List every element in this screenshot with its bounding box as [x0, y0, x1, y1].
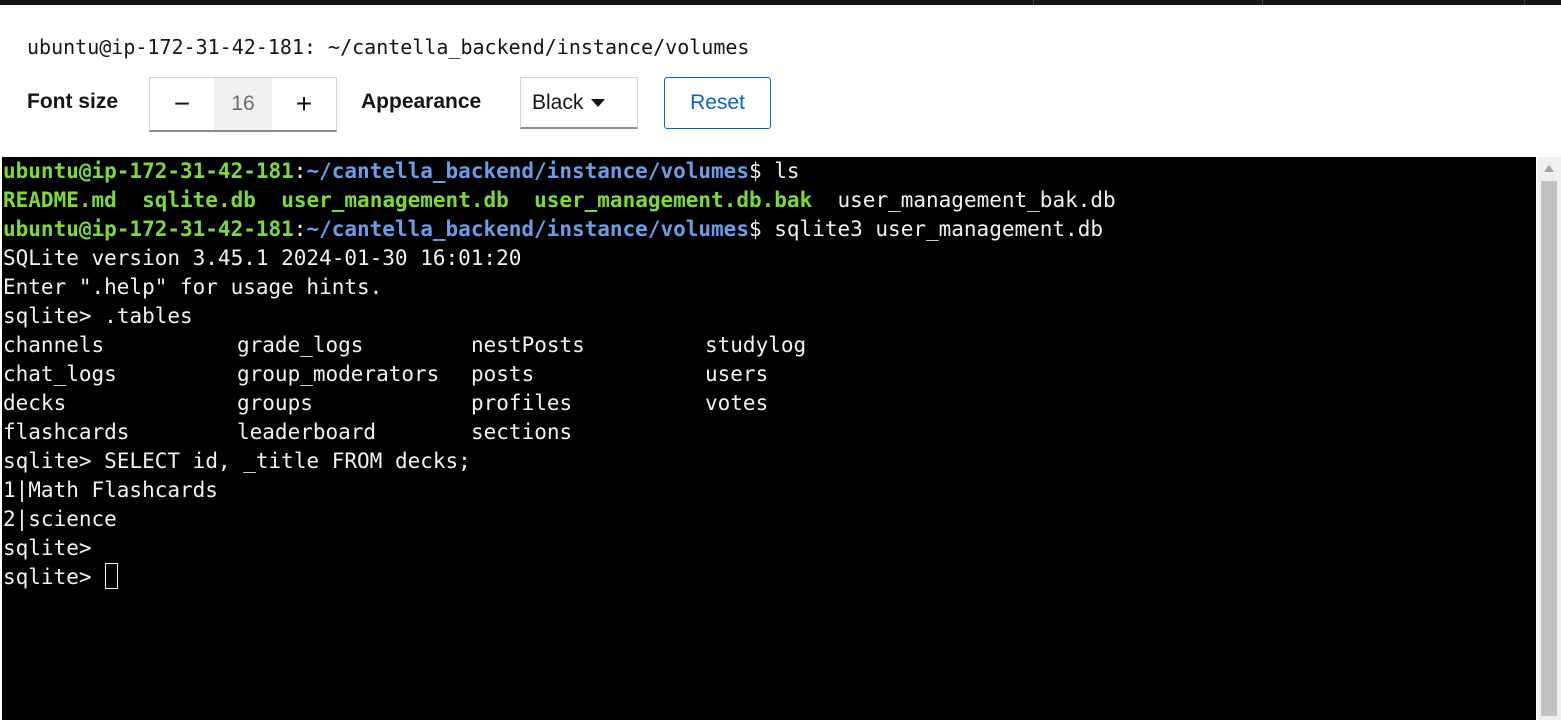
appearance-value: Black [532, 90, 584, 114]
sqlite-prompt: sqlite> [3, 565, 92, 589]
table-name: leaderboard [237, 420, 377, 444]
sqlite-prompt: sqlite> [3, 304, 92, 328]
terminal-line: ubuntu@ip-172-31-42-181:~/cantella_backe… [3, 159, 800, 183]
table-name: flashcards [3, 420, 130, 444]
table-name: chat_logs [3, 362, 117, 386]
terminal-line: sqlite> [3, 563, 119, 592]
table-name: group_moderators [237, 362, 440, 386]
scroll-up-icon[interactable] [1544, 165, 1554, 172]
prompt-path: ~/cantella_backend/instance/volumes [306, 217, 749, 241]
appearance-select[interactable]: Black [520, 77, 638, 129]
terminal-line: SQLite version 3.45.1 2024-01-30 16:01:2… [3, 246, 522, 270]
table-name: grade_logs [237, 333, 364, 357]
prompt-user: ubuntu@ip-172-31-42-181 [3, 159, 294, 183]
terminal-line: sqlite> SELECT id, _title FROM decks; [3, 447, 471, 476]
caret-down-icon [591, 98, 606, 107]
terminal-cursor [105, 563, 119, 589]
scrollbar-thumb[interactable] [1541, 181, 1557, 716]
terminal-output[interactable]: ubuntu@ip-172-31-42-181:~/cantella_backe… [2, 157, 1536, 720]
decrease-font-button[interactable]: − [150, 78, 214, 130]
table-name: profiles [471, 391, 573, 415]
terminal-scrollbar[interactable] [1537, 157, 1561, 720]
terminal-line: ubuntu@ip-172-31-42-181:~/cantella_backe… [3, 217, 1103, 241]
appearance-label: Appearance [361, 90, 482, 113]
ls-file: sqlite.db [142, 188, 256, 212]
terminal-line: sqlite> [3, 534, 92, 563]
table-name: channels [3, 333, 105, 357]
table-name: groups [237, 391, 313, 415]
command-text: ls [774, 159, 800, 183]
command-text: sqlite3 user_management.db [774, 217, 1103, 241]
ls-file: user_management_bak.db [837, 188, 1116, 212]
prompt-user: ubuntu@ip-172-31-42-181 [3, 217, 294, 241]
table-name: users [705, 362, 769, 386]
sqlite-prompt: sqlite> [3, 536, 92, 560]
terminal-line: sqlite> .tables [3, 302, 193, 331]
ls-file: user_management.db [281, 188, 509, 212]
query-result-row: 1|Math Flashcards [3, 478, 218, 502]
table-name: votes [705, 391, 769, 415]
ls-file: user_management.db.bak [534, 188, 813, 212]
sqlite-prompt: sqlite> [3, 449, 92, 473]
ls-file: README.md [3, 188, 117, 212]
table-name: posts [471, 362, 535, 386]
window-title: ubuntu@ip-172-31-42-181: ~/cantella_back… [27, 35, 750, 59]
font-size-label: Font size [27, 90, 119, 113]
table-name: nestPosts [471, 333, 585, 357]
terminal-header: ubuntu@ip-172-31-42-181: ~/cantella_back… [2, 5, 1561, 155]
increase-font-button[interactable]: + [272, 78, 336, 130]
reset-button[interactable]: Reset [664, 77, 771, 129]
command-text: SELECT id, _title FROM decks; [104, 449, 471, 473]
query-result-row: 2|science [3, 507, 117, 531]
table-name: studylog [705, 333, 807, 357]
font-size-stepper: − 16 + [149, 77, 337, 132]
command-text: .tables [104, 304, 193, 328]
terminal-line: README.md sqlite.db user_management.db u… [3, 186, 1116, 215]
terminal-line: Enter ".help" for usage hints. [3, 275, 383, 299]
table-name: sections [471, 420, 573, 444]
table-name: decks [3, 391, 67, 415]
prompt-path: ~/cantella_backend/instance/volumes [306, 159, 749, 183]
font-size-value[interactable]: 16 [214, 78, 272, 130]
